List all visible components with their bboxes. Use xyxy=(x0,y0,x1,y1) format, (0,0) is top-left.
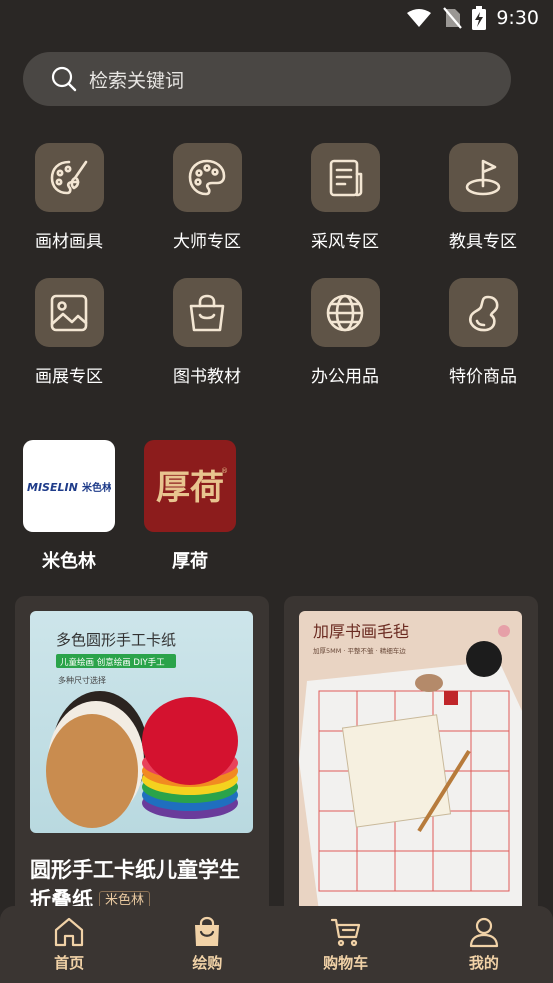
product-image-subtitle: 儿童绘画 创意绘画 DIY手工 xyxy=(60,657,165,668)
shopping-bag-icon xyxy=(195,916,220,946)
brand-list: MISELIN 米色林 米色林 厚荷 ® 厚荷 xyxy=(23,440,236,573)
category-label: 画材画具 xyxy=(35,232,103,252)
tab-home[interactable]: 首页 xyxy=(0,916,138,973)
category-label: 采风专区 xyxy=(311,232,379,252)
globe-icon xyxy=(310,278,380,347)
brand-name: 厚荷 xyxy=(172,551,208,572)
tab-label: 我的 xyxy=(468,954,499,972)
category-special-offers[interactable]: 特价商品 xyxy=(414,278,552,387)
category-label: 图书教材 xyxy=(173,367,241,387)
product-image-note: 多种尺寸选择 xyxy=(58,675,106,685)
product-title: 圆形手工卡纸儿童学生折叠纸 米色林 xyxy=(30,855,254,908)
product-image: 加厚书画毛毡 加厚5MM · 平整不皱 · 精细车边 xyxy=(299,611,522,908)
product-image: 多色圆形手工卡纸 儿童绘画 创意绘画 DIY手工 多种尺寸选择 xyxy=(30,611,253,833)
image-icon xyxy=(34,278,104,347)
svg-text:米色林: 米色林 xyxy=(82,481,111,494)
bag-icon xyxy=(172,278,242,347)
category-exhibitions[interactable]: 画展专区 xyxy=(0,278,138,387)
category-label: 特价商品 xyxy=(449,367,517,387)
flag-target-icon xyxy=(448,143,518,212)
category-label: 教具专区 xyxy=(449,232,517,252)
no-sim-icon xyxy=(443,7,463,29)
product-card[interactable]: 加厚书画毛毡 加厚5MM · 平整不皱 · 精细车边 xyxy=(284,596,538,908)
tab-shop[interactable]: 绘购 xyxy=(138,916,276,973)
category-label: 大师专区 xyxy=(173,232,241,252)
palette-brush-icon xyxy=(34,143,104,212)
category-label: 办公用品 xyxy=(311,367,379,387)
user-icon xyxy=(469,917,498,948)
brand-miselin[interactable]: MISELIN 米色林 米色林 xyxy=(23,440,115,573)
brand-logo-houhe: 厚荷 ® xyxy=(144,440,236,532)
product-image-note: 加厚5MM · 平整不皱 · 精细车边 xyxy=(313,646,406,655)
status-bar: 9:30 xyxy=(0,0,553,36)
category-grid: 画材画具 大师专区 采风专区 教具专区 画展专区 图书教材 办公用品 特价商品 xyxy=(0,143,553,387)
cart-icon xyxy=(330,918,360,947)
search-icon xyxy=(51,66,77,92)
category-teaching-aids[interactable]: 教具专区 xyxy=(414,143,552,252)
brand-logo-miselin: MISELIN 米色林 xyxy=(23,440,115,532)
category-books[interactable]: 图书教材 xyxy=(138,278,276,387)
search-bar[interactable]: 检索关键词 xyxy=(23,52,511,106)
category-office[interactable]: 办公用品 xyxy=(276,278,414,387)
category-masters[interactable]: 大师专区 xyxy=(138,143,276,252)
home-icon xyxy=(55,917,84,947)
tab-label: 购物车 xyxy=(323,954,369,972)
wifi-icon xyxy=(407,9,432,27)
svg-text:MISELIN: MISELIN xyxy=(27,481,78,494)
category-sketching[interactable]: 采风专区 xyxy=(276,143,414,252)
gourd-icon xyxy=(448,278,518,347)
status-time: 9:30 xyxy=(496,7,539,29)
svg-text:®: ® xyxy=(221,467,228,475)
product-card[interactable]: 多色圆形手工卡纸 儿童绘画 创意绘画 DIY手工 多种尺寸选择 圆形手工卡纸儿童… xyxy=(15,596,269,908)
palette-icon xyxy=(172,143,242,212)
product-image-title: 加厚书画毛毡 xyxy=(313,622,409,641)
tab-label: 首页 xyxy=(54,954,85,972)
battery-charging-icon xyxy=(472,6,487,30)
search-placeholder: 检索关键词 xyxy=(89,69,185,92)
bottom-tab-bar: 首页 绘购 购物车 我的 xyxy=(0,906,553,983)
tab-profile[interactable]: 我的 xyxy=(415,916,553,973)
category-label: 画展专区 xyxy=(35,367,103,387)
brand-name: 米色林 xyxy=(42,551,96,572)
tab-label: 绘购 xyxy=(192,954,223,972)
brand-houhe[interactable]: 厚荷 ® 厚荷 xyxy=(144,440,236,573)
category-painting-supplies[interactable]: 画材画具 xyxy=(0,143,138,252)
svg-text:厚荷: 厚荷 xyxy=(156,468,224,508)
tab-cart[interactable]: 购物车 xyxy=(277,916,415,973)
document-icon xyxy=(310,143,380,212)
product-image-title: 多色圆形手工卡纸 xyxy=(56,631,176,649)
product-list: 多色圆形手工卡纸 儿童绘画 创意绘画 DIY手工 多种尺寸选择 圆形手工卡纸儿童… xyxy=(15,596,538,908)
